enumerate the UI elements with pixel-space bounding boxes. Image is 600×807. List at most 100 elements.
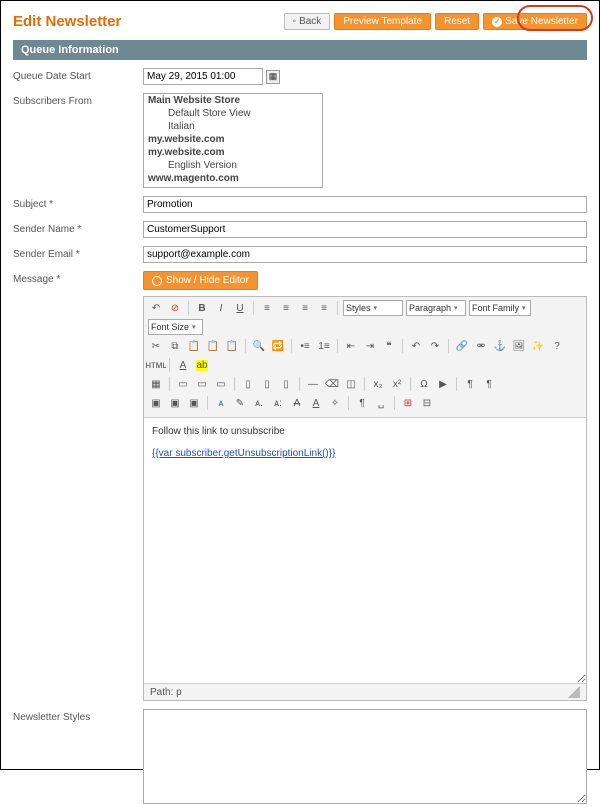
tool-del-col-icon[interactable]: ▯ [278, 376, 294, 392]
subject-input[interactable] [143, 196, 587, 213]
store-option[interactable]: English Version [144, 159, 322, 172]
store-option[interactable]: my.website.com [144, 146, 322, 159]
eye-icon [152, 276, 162, 286]
tool-nbsp-icon[interactable]: ␣ [373, 395, 389, 411]
tool-forecolor-icon[interactable]: A [175, 357, 191, 373]
resize-handle-icon[interactable] [568, 686, 580, 698]
store-option[interactable]: Italian [144, 120, 322, 133]
newsletter-styles-input[interactable] [143, 709, 587, 804]
page-title: Edit Newsletter [13, 13, 121, 30]
tool-layer2-icon[interactable]: ▣ [167, 395, 183, 411]
tool-cite-icon[interactable]: ✎ [232, 395, 248, 411]
store-option[interactable]: Default Store View [144, 107, 322, 120]
tool-undo2-icon[interactable]: ↶ [408, 338, 424, 354]
tool-ltr-icon[interactable]: ¶ [462, 376, 478, 392]
label-newsletter-styles: Newsletter Styles [13, 709, 143, 723]
tool-clean-icon[interactable]: ✨ [530, 338, 546, 354]
store-option[interactable]: my.website.com [144, 133, 322, 146]
tool-char-icon[interactable]: Ω [416, 376, 432, 392]
tool-image-icon[interactable]: 🖼 [511, 338, 527, 354]
fontsize-select[interactable]: Font Size [148, 319, 203, 335]
label-sender-name: Sender Name * [13, 221, 143, 235]
tool-undo-icon[interactable]: ↶ [148, 300, 164, 316]
fontfamily-select[interactable]: Font Family [469, 300, 531, 316]
sender-email-input[interactable] [143, 246, 587, 263]
store-option[interactable]: www.magento.com [144, 185, 322, 188]
tool-hr-icon[interactable]: — [305, 376, 321, 392]
tool-find-icon[interactable]: 🔍 [251, 338, 267, 354]
tool-del-row-icon[interactable]: ▭ [213, 376, 229, 392]
paragraph-select[interactable]: Paragraph [406, 300, 466, 316]
tool-blockquote-icon[interactable]: ❝ [381, 338, 397, 354]
tool-removeformat-icon[interactable]: ⌫ [324, 376, 340, 392]
styles-select[interactable]: Styles [343, 300, 403, 316]
tool-attribs-icon[interactable]: ✧ [327, 395, 343, 411]
tool-backcolor-icon[interactable]: ab [194, 357, 210, 373]
tool-pagebreak-icon[interactable]: ⊟ [419, 395, 435, 411]
tool-abbr-icon[interactable]: ᴀ. [251, 395, 267, 411]
tool-visualaid-icon[interactable]: ◫ [343, 376, 359, 392]
tool-sup-icon[interactable]: x² [389, 376, 405, 392]
tool-rtl-icon[interactable]: ¶ [481, 376, 497, 392]
tool-bold-icon[interactable]: B [194, 300, 210, 316]
tool-indent-icon[interactable]: ⇥ [362, 338, 378, 354]
tool-visualchars-icon[interactable]: ¶ [354, 395, 370, 411]
tool-style1-icon[interactable]: ᴀ [213, 395, 229, 411]
tool-paste-icon[interactable]: 📋 [186, 338, 202, 354]
tool-link-icon[interactable]: 🔗 [454, 338, 470, 354]
tool-align-left-icon[interactable]: ≡ [259, 300, 275, 316]
tool-italic-icon[interactable]: I [213, 300, 229, 316]
tool-replace-icon[interactable]: 🔁 [270, 338, 286, 354]
tool-underline-icon[interactable]: U [232, 300, 248, 316]
save-newsletter-button[interactable]: ✓ Save Newsletter [483, 13, 587, 30]
tool-row-before-icon[interactable]: ▭ [175, 376, 191, 392]
subscribers-from-select[interactable]: Main Website StoreDefault Store ViewItal… [143, 93, 323, 188]
queue-date-input[interactable] [143, 68, 263, 85]
store-option[interactable]: www.magento.com [144, 172, 322, 185]
preview-template-button[interactable]: Preview Template [334, 13, 431, 30]
toolbar-buttons: ◦ Back Preview Template Reset ✓ Save New… [284, 13, 587, 30]
store-option[interactable]: Main Website Store [144, 94, 322, 107]
tool-cut-icon[interactable]: ✂ [148, 338, 164, 354]
tool-numbers-icon[interactable]: 1≡ [316, 338, 332, 354]
tool-paste-text-icon[interactable]: 📋 [205, 338, 221, 354]
tool-align-justify-icon[interactable]: ≡ [316, 300, 332, 316]
tool-paste-word-icon[interactable]: 📋 [224, 338, 240, 354]
check-icon: ✓ [492, 17, 502, 27]
tool-layer1-icon[interactable]: ▣ [148, 395, 164, 411]
tool-bullets-icon[interactable]: •≡ [297, 338, 313, 354]
tool-code-icon[interactable]: ʜᴛᴍʟ [148, 357, 164, 373]
back-button-label: Back [299, 16, 321, 27]
tool-redo2-icon[interactable]: ↷ [427, 338, 443, 354]
editor-unsubscribe-variable[interactable]: {{var subscriber.getUnsubscriptionLink()… [152, 448, 335, 459]
tool-col-before-icon[interactable]: ▯ [240, 376, 256, 392]
tool-template-icon[interactable]: ⊞ [400, 395, 416, 411]
tool-del-icon[interactable]: A [289, 395, 305, 411]
tool-redo-icon[interactable]: ⊘ [167, 300, 183, 316]
section-queue-info: Queue Information [13, 40, 587, 60]
tool-copy-icon[interactable]: ⧉ [167, 338, 183, 354]
reset-button[interactable]: Reset [435, 13, 479, 30]
tool-anchor-icon[interactable]: ⚓ [492, 338, 508, 354]
tool-sub-icon[interactable]: x₂ [370, 376, 386, 392]
tool-ins-icon[interactable]: A [308, 395, 324, 411]
label-message: Message * [13, 271, 143, 285]
tool-col-after-icon[interactable]: ▯ [259, 376, 275, 392]
editor-content-area[interactable]: Follow this link to unsubscribe {{var su… [144, 418, 586, 683]
back-icon: ◦ [293, 16, 297, 27]
back-button[interactable]: ◦ Back [284, 13, 331, 30]
tool-help-icon[interactable]: ? [549, 338, 565, 354]
tool-acronym-icon[interactable]: ᴀ: [270, 395, 286, 411]
calendar-icon[interactable]: ▦ [266, 70, 280, 84]
tool-media-icon[interactable]: ▶ [435, 376, 451, 392]
editor-toolbar: ↶ ⊘ B I U ≡ ≡ ≡ ≡ Styles Paragraph [144, 297, 586, 418]
tool-align-right-icon[interactable]: ≡ [297, 300, 313, 316]
tool-table-icon[interactable]: ▦ [148, 376, 164, 392]
tool-unlink-icon[interactable]: ⚮ [473, 338, 489, 354]
tool-row-after-icon[interactable]: ▭ [194, 376, 210, 392]
tool-align-center-icon[interactable]: ≡ [278, 300, 294, 316]
sender-name-input[interactable] [143, 221, 587, 238]
tool-layer3-icon[interactable]: ▣ [186, 395, 202, 411]
tool-outdent-icon[interactable]: ⇤ [343, 338, 359, 354]
show-hide-editor-button[interactable]: Show / Hide Editor [143, 271, 258, 290]
